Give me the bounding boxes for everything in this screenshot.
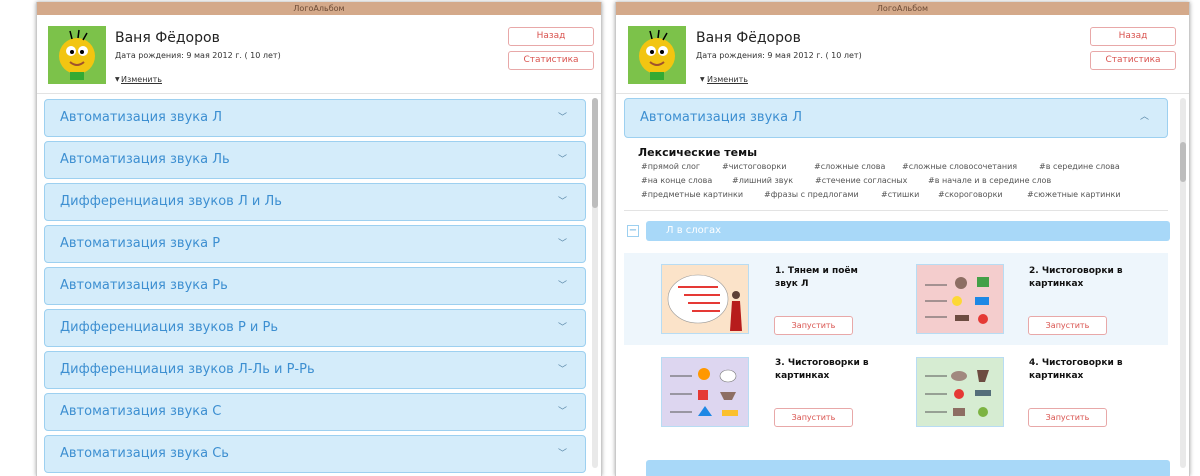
child-avatar [628,26,686,84]
minus-icon[interactable]: − [627,225,639,237]
launch-button[interactable]: Запустить [1028,316,1107,335]
chevron-down-icon: ﹀ [557,365,567,375]
topic-tag[interactable]: #в середине слова [1039,162,1120,171]
right-window: ЛогоАльбом Ваня Фёдоров Дата рождения: 9… [615,2,1190,476]
section-label: Автоматизация звука Л [640,110,802,125]
child-name: Ваня Фёдоров [115,30,220,46]
chevron-up-icon: ︿ [1139,112,1149,122]
window-title: ЛогоАльбом [616,2,1189,15]
caret-down-icon: ▼ [115,76,120,83]
child-avatar [48,26,106,84]
chevron-down-icon: ﹀ [557,323,567,333]
exercise-title: 2. Чистоговорки в картинках [1029,266,1123,289]
section-item[interactable]: Автоматизация звука Рь ﹀ [44,267,586,305]
section-item[interactable]: Автоматизация звука Л ﹀ [44,99,586,137]
topic-tag[interactable]: #стечение согласных [815,176,907,185]
section-label: Дифференциация звуков Л и Ль [60,194,282,209]
header-divider [616,93,1189,94]
child-name: Ваня Фёдоров [696,30,801,46]
exercise-thumbnail[interactable] [916,264,1004,334]
exercise-thumbnail[interactable] [661,264,749,334]
change-profile-link[interactable]: Изменить [121,75,162,84]
topic-tag[interactable]: #фразы с предлогами [764,190,859,199]
section-item[interactable]: Автоматизация звука С ﹀ [44,393,586,431]
topic-tag[interactable]: #прямой слог [641,162,700,171]
change-profile-link[interactable]: Изменить [707,75,748,84]
header-divider [37,93,601,94]
chevron-down-icon: ﹀ [557,407,567,417]
right-scrollbar-thumb[interactable] [1180,142,1186,182]
topic-tag[interactable]: #лишний звук [732,176,793,185]
chevron-down-icon: ﹀ [557,113,567,123]
topic-tag[interactable]: #в начале и в середине слов [928,176,1051,185]
lexical-topics-title: Лексические темы [638,146,758,159]
chevron-down-icon: ﹀ [557,155,567,165]
topic-tag[interactable]: #сложные слова [814,162,885,171]
exercise-title: 3. Чистоговорки в картинках [775,358,869,381]
section-item[interactable]: Дифференциация звуков Л-Ль и Р-Рь ﹀ [44,351,586,389]
topic-tag[interactable]: #чистоговорки [722,162,786,171]
exercise-thumbnail[interactable] [916,357,1004,427]
section-label: Автоматизация звука Ль [60,152,230,167]
profile-header: Ваня Фёдоров Дата рождения: 9 мая 2012 г… [616,15,1189,93]
topic-tag[interactable]: #предметные картинки [641,190,743,199]
next-subsection-header[interactable] [646,460,1170,476]
chevron-down-icon: ﹀ [557,197,567,207]
section-label: Автоматизация звука Р [60,236,221,251]
topic-tag[interactable]: #сложные словосочетания [902,162,1017,171]
section-label: Автоматизация звука С [60,404,222,419]
birth-date: Дата рождения: 9 мая 2012 г. ( 10 лет) [696,51,862,60]
exercise-thumbnail[interactable] [661,357,749,427]
section-label: Дифференциация звуков Р и Рь [60,320,279,335]
section-item[interactable]: Автоматизация звука Р ﹀ [44,225,586,263]
section-item[interactable]: Автоматизация звука Ль ﹀ [44,141,586,179]
birth-date: Дата рождения: 9 мая 2012 г. ( 10 лет) [115,51,281,60]
subsection-header[interactable]: Л в слогах [646,221,1170,241]
left-scrollbar-thumb[interactable] [592,98,598,208]
launch-button[interactable]: Запустить [774,316,853,335]
chevron-down-icon: ﹀ [557,281,567,291]
chevron-down-icon: ﹀ [557,239,567,249]
statistics-button[interactable]: Статистика [508,51,594,70]
window-title: ЛогоАльбом [37,2,601,15]
exercise-title: 4. Чистоговорки в картинках [1029,358,1123,381]
topic-tag[interactable]: #скороговорки [938,190,1003,199]
section-label: Автоматизация звука Л [60,110,222,125]
section-item[interactable]: Дифференциация звуков Л и Ль ﹀ [44,183,586,221]
profile-header: Ваня Фёдоров Дата рождения: 9 мая 2012 г… [37,15,601,93]
topic-tag[interactable]: #на конце слова [641,176,712,185]
exercise-title: 1. Тянем и поём звук Л [775,266,858,289]
section-label: Автоматизация звука Рь [60,278,228,293]
topic-tag[interactable]: #стишки [881,190,919,199]
section-item-expanded[interactable]: Автоматизация звука Л ︿ [624,98,1168,138]
subsection-label: Л в слогах [666,225,722,236]
topics-divider [624,210,1168,211]
section-item[interactable]: Автоматизация звука Сь ﹀ [44,435,586,473]
section-item[interactable]: Дифференциация звуков Р и Рь ﹀ [44,309,586,347]
left-window: ЛогоАльбом Ваня Фёдоров Дата рождения: 9… [36,2,602,476]
topic-tag[interactable]: #сюжетные картинки [1027,190,1121,199]
back-button[interactable]: Назад [508,27,594,46]
caret-down-icon: ▼ [700,76,705,83]
launch-button[interactable]: Запустить [1028,408,1107,427]
back-button[interactable]: Назад [1090,27,1176,46]
launch-button[interactable]: Запустить [774,408,853,427]
section-label: Автоматизация звука Сь [60,446,229,461]
chevron-down-icon: ﹀ [557,449,567,459]
statistics-button[interactable]: Статистика [1090,51,1176,70]
section-label: Дифференциация звуков Л-Ль и Р-Рь [60,362,315,377]
